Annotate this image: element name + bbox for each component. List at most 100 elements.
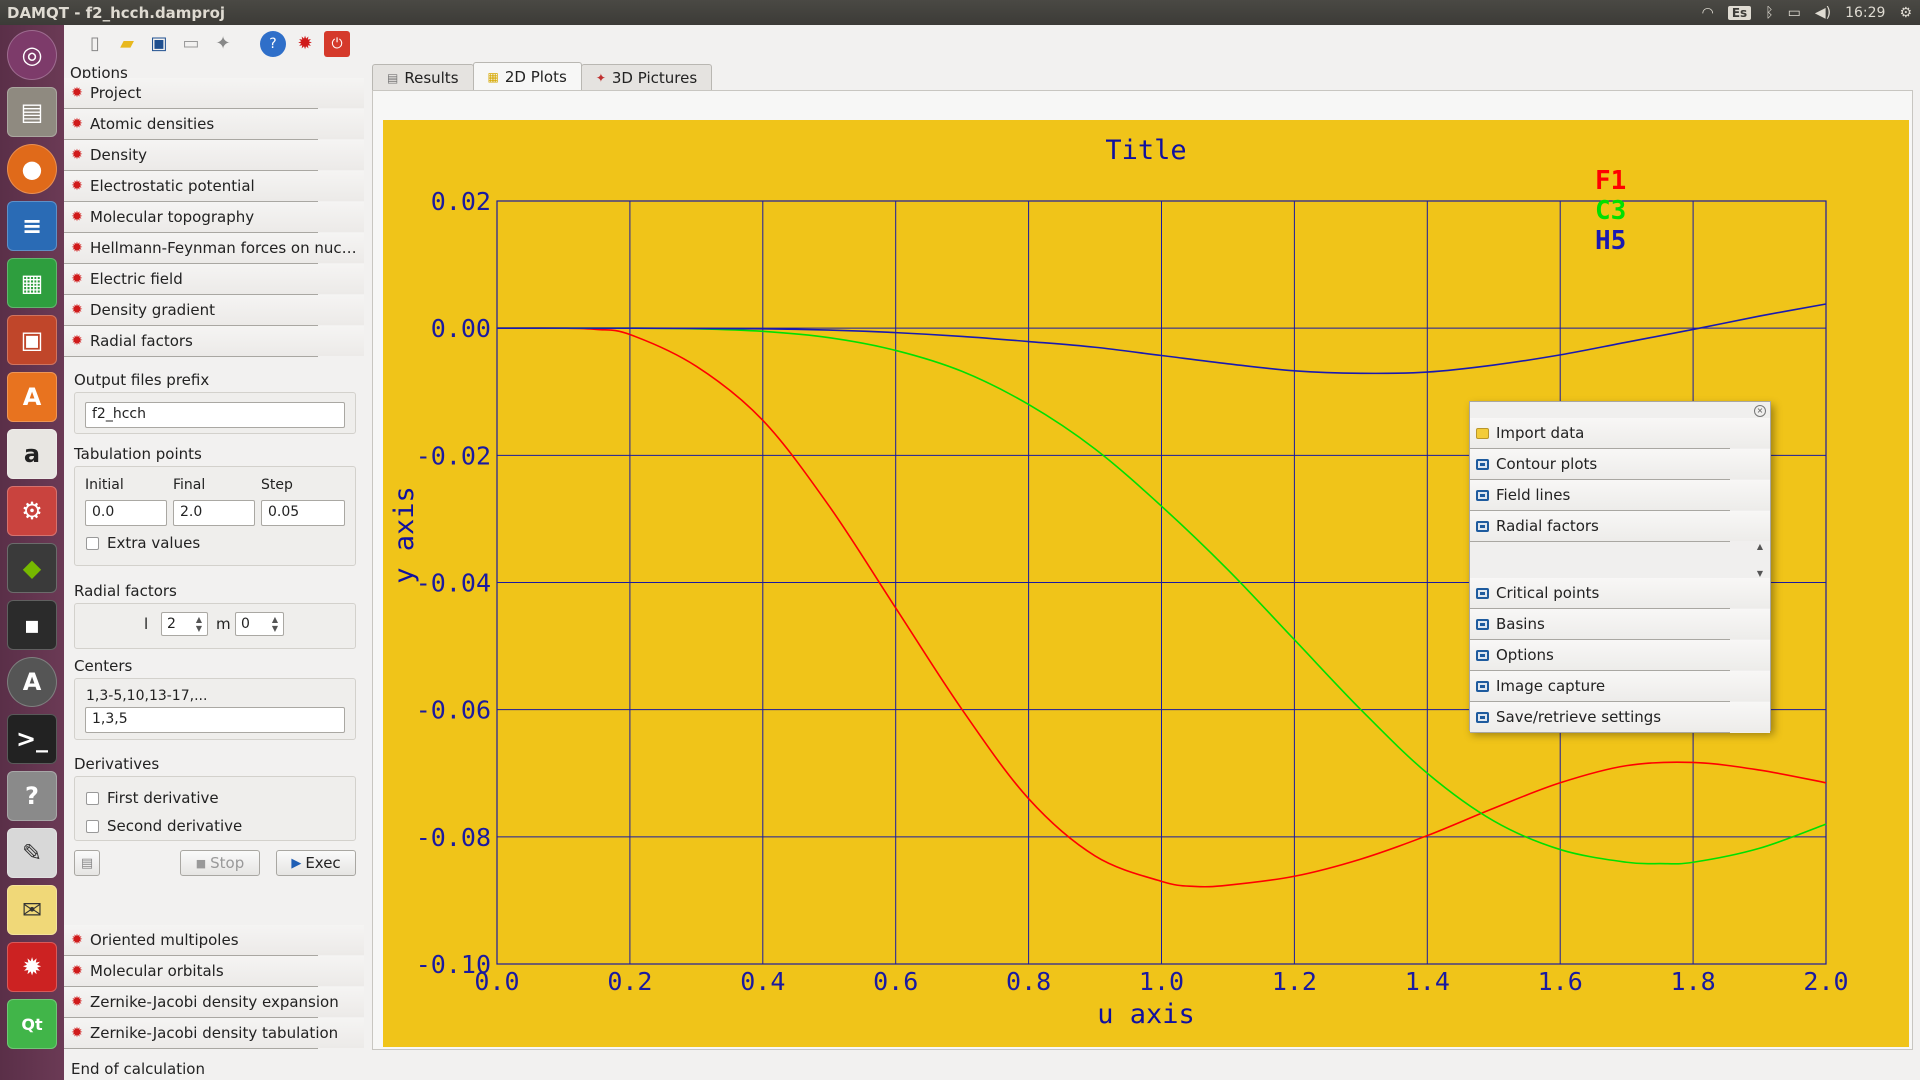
y-tick-label: -0.04 bbox=[416, 569, 491, 598]
clock[interactable]: 16:29 bbox=[1845, 5, 1885, 21]
menu-basins[interactable]: Basins bbox=[1470, 609, 1770, 640]
output-prefix-label: Output files prefix bbox=[74, 371, 210, 389]
initial-input[interactable]: 0.0 bbox=[85, 500, 167, 526]
m-spinbox[interactable]: 0 ▲ ▼ bbox=[235, 612, 284, 636]
first-derivative-checkbox[interactable]: First derivative bbox=[86, 789, 219, 807]
section-project[interactable]: ✹ Project bbox=[64, 78, 364, 109]
centers-hint: 1,3-5,10,13-17,... bbox=[86, 688, 208, 704]
bluetooth-icon[interactable]: ᛒ bbox=[1765, 5, 1773, 21]
l-spinbox[interactable]: 2 ▲ ▼ bbox=[161, 612, 208, 636]
battery-icon[interactable]: ▭ bbox=[1788, 5, 1801, 21]
nvidia-icon[interactable]: ◆ bbox=[7, 543, 57, 593]
document-icon: ▤ bbox=[80, 855, 94, 871]
gear-icon: ✹ bbox=[71, 271, 83, 287]
section-electrostatic-potential[interactable]: ✹ Electrostatic potential bbox=[64, 171, 364, 202]
wifi-icon[interactable]: ◠ bbox=[1702, 5, 1714, 21]
exec-button[interactable]: ▶ Exec bbox=[276, 850, 356, 876]
final-input[interactable]: 2.0 bbox=[173, 500, 255, 526]
gear-icon[interactable]: ✹ bbox=[292, 31, 318, 57]
section-density[interactable]: ✹ Density bbox=[64, 140, 364, 171]
y-tick-label: -0.10 bbox=[416, 950, 491, 979]
section-density-gradient[interactable]: ✹ Density gradient bbox=[64, 295, 364, 326]
camera-icon bbox=[1476, 587, 1489, 599]
gear-icon: ✹ bbox=[71, 1025, 83, 1041]
damqt-app-icon[interactable]: ✹ bbox=[7, 942, 57, 992]
pdf-icon[interactable]: ✦ bbox=[210, 31, 236, 57]
play-icon: ▶ bbox=[291, 855, 302, 871]
y-tick-label: -0.08 bbox=[416, 823, 491, 852]
menu-critical-points[interactable]: Critical points bbox=[1470, 578, 1770, 609]
keyboard-layout-indicator[interactable]: Es bbox=[1727, 5, 1752, 20]
save-icon[interactable]: ▣ bbox=[146, 31, 172, 57]
section-atomic-densities[interactable]: ✹ Atomic densities bbox=[64, 109, 364, 140]
step-input[interactable]: 0.05 bbox=[261, 500, 345, 526]
m-label: m bbox=[216, 615, 231, 633]
checkbox-box bbox=[86, 536, 99, 550]
y-tick-label: 0.00 bbox=[431, 314, 491, 343]
software-updater-icon[interactable]: A bbox=[7, 657, 57, 707]
firefox-icon[interactable]: ● bbox=[7, 144, 57, 194]
terminal-icon[interactable]: >_ bbox=[7, 714, 57, 764]
top-panel: DAMQT - f2_hcch.damproj ◠ Es ᛒ ▭ ◀) 16:2… bbox=[0, 0, 1920, 25]
section-zj-expansion[interactable]: ✹ Zernike-Jacobi density expansion bbox=[64, 987, 364, 1018]
tab-2d-plots[interactable]: ▦ 2D Plots bbox=[472, 62, 582, 90]
print-icon[interactable]: ▭ bbox=[178, 31, 204, 57]
system-settings-icon[interactable]: ⚙ bbox=[7, 486, 57, 536]
section-zj-tabulation[interactable]: ✹ Zernike-Jacobi density tabulation bbox=[64, 1018, 364, 1049]
volume-icon[interactable]: ◀) bbox=[1815, 5, 1831, 21]
open-folder-icon[interactable]: ▰ bbox=[114, 31, 140, 57]
menu-radial-factors[interactable]: Radial factors bbox=[1470, 511, 1770, 542]
disk-icon[interactable]: ▪ bbox=[7, 600, 57, 650]
section-radial-factors[interactable]: ✹ Radial factors bbox=[64, 326, 364, 357]
menu-scrollbar[interactable]: ▲ ▼ bbox=[1754, 542, 1766, 578]
tab-3d-pictures[interactable]: ✦ 3D Pictures bbox=[580, 64, 713, 90]
amazon-icon[interactable]: a bbox=[7, 429, 57, 479]
stop-button[interactable]: ■ Stop bbox=[180, 850, 260, 876]
options-panel: Options ✹ Project ✹ Atomic densities ✹ Dens… bbox=[64, 62, 368, 1080]
input-file-button[interactable]: ▤ bbox=[74, 850, 100, 876]
camera-icon bbox=[1476, 649, 1489, 661]
second-derivative-checkbox[interactable]: Second derivative bbox=[86, 817, 242, 835]
writer-icon[interactable]: ≡ bbox=[7, 201, 57, 251]
section-molecular-topography[interactable]: ✹ Molecular topography bbox=[64, 202, 364, 233]
menu-import-data[interactable]: Import data bbox=[1470, 418, 1770, 449]
extra-values-checkbox[interactable]: Extra values bbox=[86, 534, 200, 552]
chart-title: Title bbox=[1105, 135, 1186, 166]
spin-arrows-icon[interactable]: ▲ ▼ bbox=[272, 615, 278, 633]
scroll-up-icon[interactable]: ▲ bbox=[1757, 542, 1763, 551]
legend-entry-c3: C3 bbox=[1595, 196, 1626, 226]
main-toolbar: ▯ ▰ ▣ ▭ ✦ ? ✹ ⏻ bbox=[64, 25, 1920, 62]
calc-icon[interactable]: ▦ bbox=[7, 258, 57, 308]
menu-save-retrieve-settings[interactable]: Save/retrieve settings bbox=[1470, 702, 1770, 733]
close-icon[interactable]: × bbox=[1754, 405, 1766, 417]
help-icon[interactable]: ? bbox=[260, 30, 286, 57]
centers-input[interactable]: 1,3,5 bbox=[85, 707, 345, 733]
menu-field-lines[interactable]: Field lines bbox=[1470, 480, 1770, 511]
tab-results[interactable]: ▤ Results bbox=[372, 64, 474, 90]
dash-home-icon[interactable]: ◎ bbox=[7, 30, 57, 80]
system-tray: ◠ Es ᛒ ▭ ◀) 16:29 ⚙ bbox=[1702, 0, 1912, 25]
section-electric-field[interactable]: ✹ Electric field bbox=[64, 264, 364, 295]
qt-creator-icon[interactable]: Qt bbox=[7, 999, 57, 1049]
impress-icon[interactable]: ▣ bbox=[7, 315, 57, 365]
notes-icon[interactable]: ✉ bbox=[7, 885, 57, 935]
files-icon[interactable]: ▤ bbox=[7, 87, 57, 137]
menu-contour-plots[interactable]: Contour plots bbox=[1470, 449, 1770, 480]
output-prefix-input[interactable]: f2_hcch bbox=[85, 402, 345, 428]
help-icon[interactable]: ? bbox=[7, 771, 57, 821]
power-icon[interactable]: ⏻ bbox=[324, 30, 350, 57]
software-center-icon[interactable]: A bbox=[7, 372, 57, 422]
section-oriented-multipoles[interactable]: ✹ Oriented multipoles bbox=[64, 925, 364, 956]
scroll-down-icon[interactable]: ▼ bbox=[1757, 569, 1763, 578]
menu-options[interactable]: Options bbox=[1470, 640, 1770, 671]
3d-icon: ✦ bbox=[595, 70, 606, 85]
menu-image-capture[interactable]: Image capture bbox=[1470, 671, 1770, 702]
new-file-icon[interactable]: ▯ bbox=[82, 31, 108, 57]
spin-arrows-icon[interactable]: ▲ ▼ bbox=[196, 615, 202, 633]
y-tick-label: -0.06 bbox=[416, 696, 491, 725]
camera-icon bbox=[1476, 489, 1489, 501]
section-hellmann-feynman[interactable]: ✹ Hellmann-Feynman forces on nuc… bbox=[64, 233, 364, 264]
section-molecular-orbitals[interactable]: ✹ Molecular orbitals bbox=[64, 956, 364, 987]
settings-gear-icon[interactable]: ⚙ bbox=[1899, 5, 1912, 21]
text-editor-icon[interactable]: ✎ bbox=[7, 828, 57, 878]
